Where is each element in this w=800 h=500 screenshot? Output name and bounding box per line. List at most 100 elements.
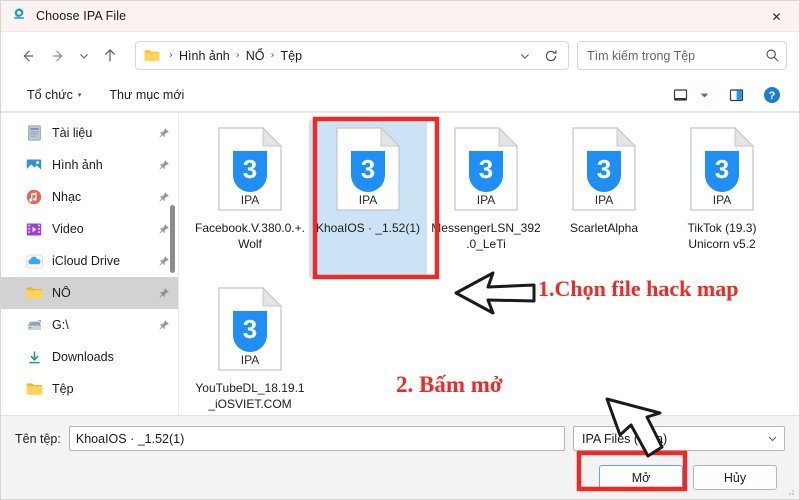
- svg-text:IPA: IPA: [713, 193, 731, 207]
- dialog-button-row: Mở Hủy: [15, 465, 785, 490]
- icloud-icon: [25, 252, 43, 270]
- documents-icon: [25, 124, 43, 142]
- sidebar-item-icloud-drive[interactable]: iCloud Drive: [1, 245, 178, 277]
- annotation-step-2: 2. Bấm mở: [396, 372, 503, 397]
- sidebar-item-pictures[interactable]: Hình ảnh: [1, 149, 178, 181]
- filename-label: Tên tệp:: [15, 431, 61, 446]
- breadcrumb-item-0[interactable]: Hình ảnh: [176, 48, 233, 64]
- sidebar-scrollbar-thumb[interactable]: [170, 205, 175, 273]
- window-title: Choose IPA File: [36, 9, 127, 23]
- breadcrumb: › Hình ảnh › NỔ › Tệp: [166, 48, 512, 64]
- view-layout-icon[interactable]: [667, 83, 693, 107]
- svg-text:3: 3: [715, 154, 729, 184]
- back-arrow-icon[interactable]: [13, 41, 43, 71]
- folder-icon: [25, 380, 43, 398]
- sidebar-item-tep[interactable]: Tệp: [1, 373, 178, 405]
- file-name-label: YouTubeDL_18.19.1_iOSVIET.COM: [195, 381, 305, 412]
- svg-text:IPA: IPA: [359, 193, 377, 207]
- svg-text:IPA: IPA: [241, 353, 259, 367]
- ipa-file-icon: 3 IPA: [217, 126, 283, 211]
- sidebar-item-no[interactable]: NỔ: [1, 277, 178, 309]
- svg-text:3: 3: [243, 314, 257, 344]
- ipa-file-icon: 3 IPA: [335, 126, 401, 211]
- file-type-filter-dropdown[interactable]: IPA Files (*.ipa): [573, 426, 785, 451]
- help-icon[interactable]: ?: [759, 83, 785, 107]
- svg-text:IPA: IPA: [241, 193, 259, 207]
- breadcrumb-separator-2: ›: [270, 50, 275, 61]
- sidebar-item-label: iCloud Drive: [52, 254, 121, 268]
- pin-icon[interactable]: [157, 159, 170, 172]
- svg-text:IPA: IPA: [477, 193, 495, 207]
- search-icon[interactable]: [765, 48, 780, 63]
- breadcrumb-item-1[interactable]: NỔ: [243, 48, 268, 64]
- ipa-file-icon: 3 IPA: [217, 286, 283, 371]
- file-tile[interactable]: 3 IPA Facebook.V.380.0.+.Wolf: [191, 119, 309, 279]
- filename-input[interactable]: [68, 426, 565, 451]
- refresh-icon[interactable]: [538, 43, 564, 68]
- pin-icon[interactable]: [157, 255, 170, 268]
- chevron-down-icon[interactable]: [512, 43, 538, 68]
- drive-icon: ?: [25, 316, 43, 334]
- open-button[interactable]: Mở: [599, 465, 683, 490]
- pin-icon[interactable]: [157, 127, 170, 140]
- breadcrumb-separator-0: ›: [169, 50, 173, 61]
- sidebar-item-downloads[interactable]: Downloads: [1, 341, 178, 373]
- pin-icon[interactable]: [157, 287, 170, 300]
- view-dropdown-icon[interactable]: [695, 83, 713, 107]
- dialog-footer: Tên tệp: IPA Files (*.ipa) Mở Hủy: [1, 415, 799, 499]
- file-name-label: MessengerLSN_392.0_LeTi: [431, 221, 541, 252]
- file-tile[interactable]: 3 IPA MessengerLSN_392.0_LeTi: [427, 119, 545, 279]
- chevron-down-icon: [768, 436, 777, 442]
- file-name-label: KhoaIOS · _1.52(1): [315, 221, 421, 235]
- sidebar-item-drive-g[interactable]: ? G:\: [1, 309, 178, 341]
- svg-text:?: ?: [38, 320, 42, 326]
- file-open-dialog: Choose IPA File ✕ › Hình ảnh › NỔ › Tệp …: [0, 0, 800, 500]
- search-box[interactable]: [577, 41, 787, 70]
- window-controls: ✕: [754, 1, 799, 32]
- organize-button[interactable]: Tổ chức ▾: [19, 84, 89, 106]
- new-folder-button[interactable]: Thư mục mới: [101, 84, 192, 106]
- downloads-icon: [25, 348, 43, 366]
- video-icon: [25, 220, 43, 238]
- file-name-label: Facebook.V.380.0.+.Wolf: [195, 221, 305, 252]
- svg-text:3: 3: [479, 154, 493, 184]
- breadcrumb-item-2[interactable]: Tệp: [277, 48, 305, 64]
- breadcrumb-separator-1: ›: [235, 50, 240, 61]
- svg-text:3: 3: [243, 154, 257, 184]
- sidebar-item-label: Video: [52, 222, 84, 236]
- sidebar-item-label: G:\: [52, 318, 69, 332]
- resize-grip-icon[interactable]: [785, 486, 795, 496]
- pin-icon[interactable]: [157, 223, 170, 236]
- navigation-sidebar: Tài liệu Hình ảnh Nhạc Video iCloud Driv…: [1, 113, 179, 417]
- pin-icon[interactable]: [157, 319, 170, 332]
- forward-arrow-icon[interactable]: [43, 41, 73, 71]
- gear-app-icon: [10, 7, 28, 25]
- address-bar[interactable]: › Hình ảnh › NỔ › Tệp: [135, 41, 569, 70]
- folder-icon: [144, 50, 160, 61]
- sidebar-item-label: Nhạc: [52, 190, 82, 204]
- ipa-file-icon: 3 IPA: [689, 126, 755, 211]
- up-arrow-icon[interactable]: [95, 41, 125, 71]
- sidebar-item-documents[interactable]: Tài liệu: [1, 117, 178, 149]
- command-bar: Tổ chức ▾ Thư mục mới ?: [1, 79, 799, 112]
- new-folder-label: Thư mục mới: [109, 88, 185, 102]
- sidebar-item-label: Tệp: [52, 382, 74, 396]
- file-tile[interactable]: 3 IPA TikTok (19.3) Unicorn v5.2: [663, 119, 781, 279]
- file-type-filter-value: IPA Files (*.ipa): [582, 431, 668, 446]
- pin-icon[interactable]: [157, 191, 170, 204]
- preview-pane-icon[interactable]: [723, 83, 749, 107]
- cancel-button[interactable]: Hủy: [693, 465, 777, 490]
- music-icon: [25, 188, 43, 206]
- recent-locations-dropdown-icon[interactable]: [73, 41, 95, 71]
- sidebar-item-music[interactable]: Nhạc: [1, 181, 178, 213]
- sidebar-item-video[interactable]: Video: [1, 213, 178, 245]
- close-icon[interactable]: ✕: [754, 1, 799, 32]
- svg-text:3: 3: [361, 154, 375, 184]
- search-input[interactable]: [587, 48, 765, 63]
- folder-icon: [25, 284, 43, 302]
- file-tile[interactable]: 3 IPA KhoaIOS · _1.52(1): [309, 119, 427, 279]
- sidebar-item-label: Tài liệu: [52, 126, 93, 140]
- file-tile[interactable]: 3 IPA ScarletAlpha: [545, 119, 663, 279]
- svg-text:?: ?: [769, 90, 776, 102]
- svg-text:3: 3: [597, 154, 611, 184]
